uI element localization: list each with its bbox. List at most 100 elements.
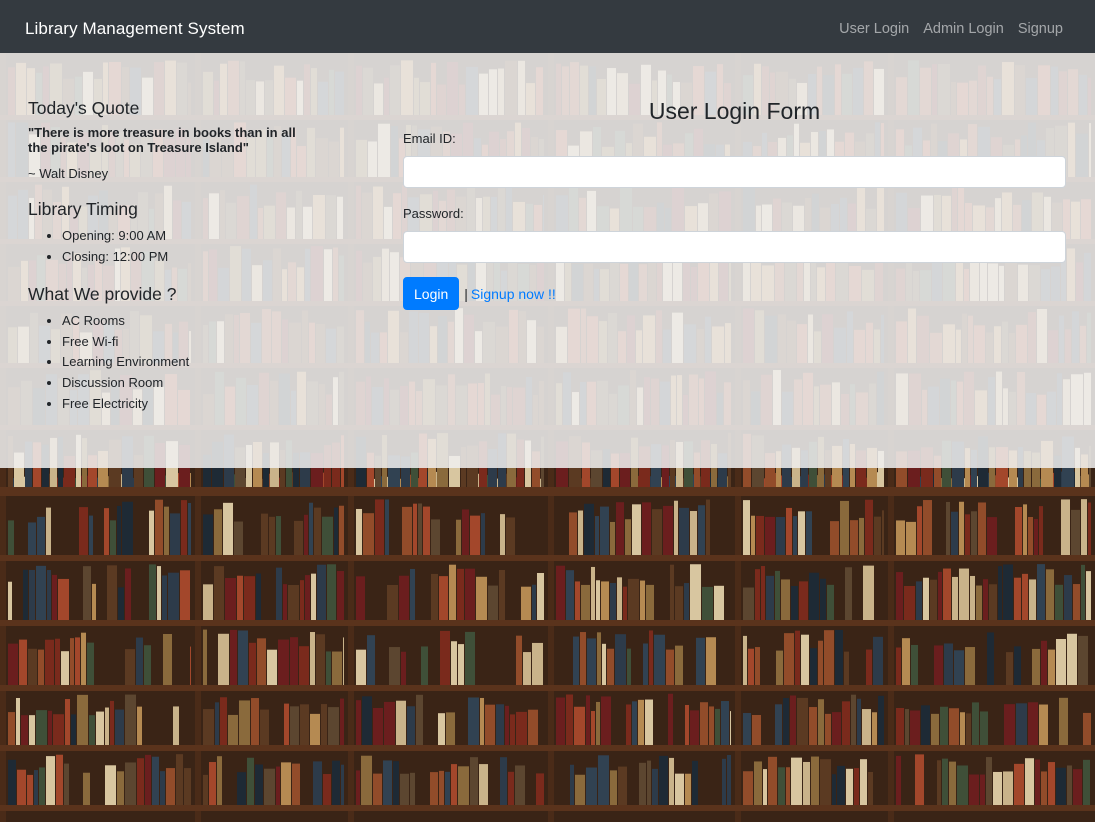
book	[865, 499, 873, 555]
book	[77, 694, 88, 745]
book	[260, 709, 269, 745]
book	[8, 759, 16, 805]
email-label: Email ID:	[403, 131, 456, 146]
book	[1037, 564, 1045, 620]
book	[638, 699, 644, 745]
book	[117, 505, 121, 555]
book	[523, 652, 531, 685]
book	[586, 767, 597, 805]
book	[334, 507, 338, 555]
book	[218, 633, 229, 685]
book	[722, 758, 726, 805]
book	[781, 579, 790, 620]
book	[617, 577, 622, 620]
book	[872, 712, 877, 745]
book	[743, 771, 753, 805]
shelf-board	[0, 685, 1095, 691]
book	[601, 696, 611, 745]
book	[910, 710, 920, 745]
book	[449, 564, 456, 620]
book	[276, 516, 281, 555]
book	[801, 634, 809, 685]
book	[845, 567, 852, 620]
book	[666, 649, 674, 685]
book	[500, 514, 505, 555]
book	[837, 765, 845, 805]
book	[413, 503, 417, 555]
book	[1083, 712, 1091, 745]
book	[942, 758, 948, 805]
book	[383, 760, 392, 805]
book	[203, 709, 214, 745]
book	[46, 756, 55, 805]
book	[239, 700, 250, 745]
book	[610, 770, 617, 805]
signup-link[interactable]: Signup now !!	[471, 286, 556, 302]
provide-item: Discussion Room	[62, 373, 318, 394]
book	[528, 709, 538, 745]
book	[846, 768, 853, 805]
book	[1073, 769, 1082, 805]
book	[16, 697, 20, 745]
book	[809, 707, 817, 745]
book	[164, 506, 169, 555]
book	[488, 585, 498, 620]
book	[55, 638, 60, 685]
book	[92, 583, 96, 620]
book	[316, 634, 325, 685]
book	[75, 637, 80, 685]
book	[690, 511, 697, 555]
book	[149, 510, 154, 555]
email-input[interactable]	[403, 156, 1066, 188]
book	[983, 579, 988, 620]
book	[668, 693, 673, 745]
form-title: User Login Form	[648, 98, 821, 124]
book	[778, 767, 785, 805]
nav-signup[interactable]: Signup	[1018, 20, 1063, 38]
book	[152, 756, 159, 805]
book	[776, 650, 783, 685]
book	[840, 500, 849, 555]
book	[878, 695, 884, 745]
book	[690, 564, 701, 620]
book	[971, 511, 977, 555]
book	[228, 714, 238, 745]
shelf-board	[888, 487, 1095, 492]
book	[410, 568, 415, 620]
book	[795, 630, 800, 685]
book	[684, 583, 689, 620]
book	[125, 694, 136, 745]
book	[476, 576, 487, 620]
brand-link[interactable]: Library Management System	[25, 18, 245, 40]
book	[399, 575, 409, 620]
book	[251, 698, 259, 745]
book	[521, 586, 531, 620]
book	[1003, 771, 1013, 805]
book	[874, 516, 881, 555]
book	[332, 651, 342, 685]
book	[646, 584, 654, 620]
book	[825, 713, 831, 745]
book	[851, 694, 856, 745]
timing-opening: Opening: 9:00 AM	[62, 226, 318, 247]
book	[247, 757, 254, 805]
password-input[interactable]	[403, 231, 1066, 263]
book	[264, 768, 275, 805]
book	[659, 755, 668, 805]
book	[125, 762, 136, 805]
book	[79, 507, 88, 555]
book	[278, 639, 289, 685]
book	[1022, 573, 1028, 620]
nav-admin-login[interactable]: Admin Login	[923, 20, 1004, 38]
book	[569, 512, 577, 555]
book	[775, 570, 780, 620]
book	[23, 569, 28, 620]
login-button[interactable]: Login	[403, 277, 460, 310]
book	[776, 517, 785, 555]
nav-user-login[interactable]: User Login	[839, 20, 909, 38]
book	[743, 635, 747, 685]
book	[679, 507, 689, 555]
book	[980, 774, 985, 805]
book	[385, 499, 389, 555]
shelf-board	[0, 620, 1095, 626]
